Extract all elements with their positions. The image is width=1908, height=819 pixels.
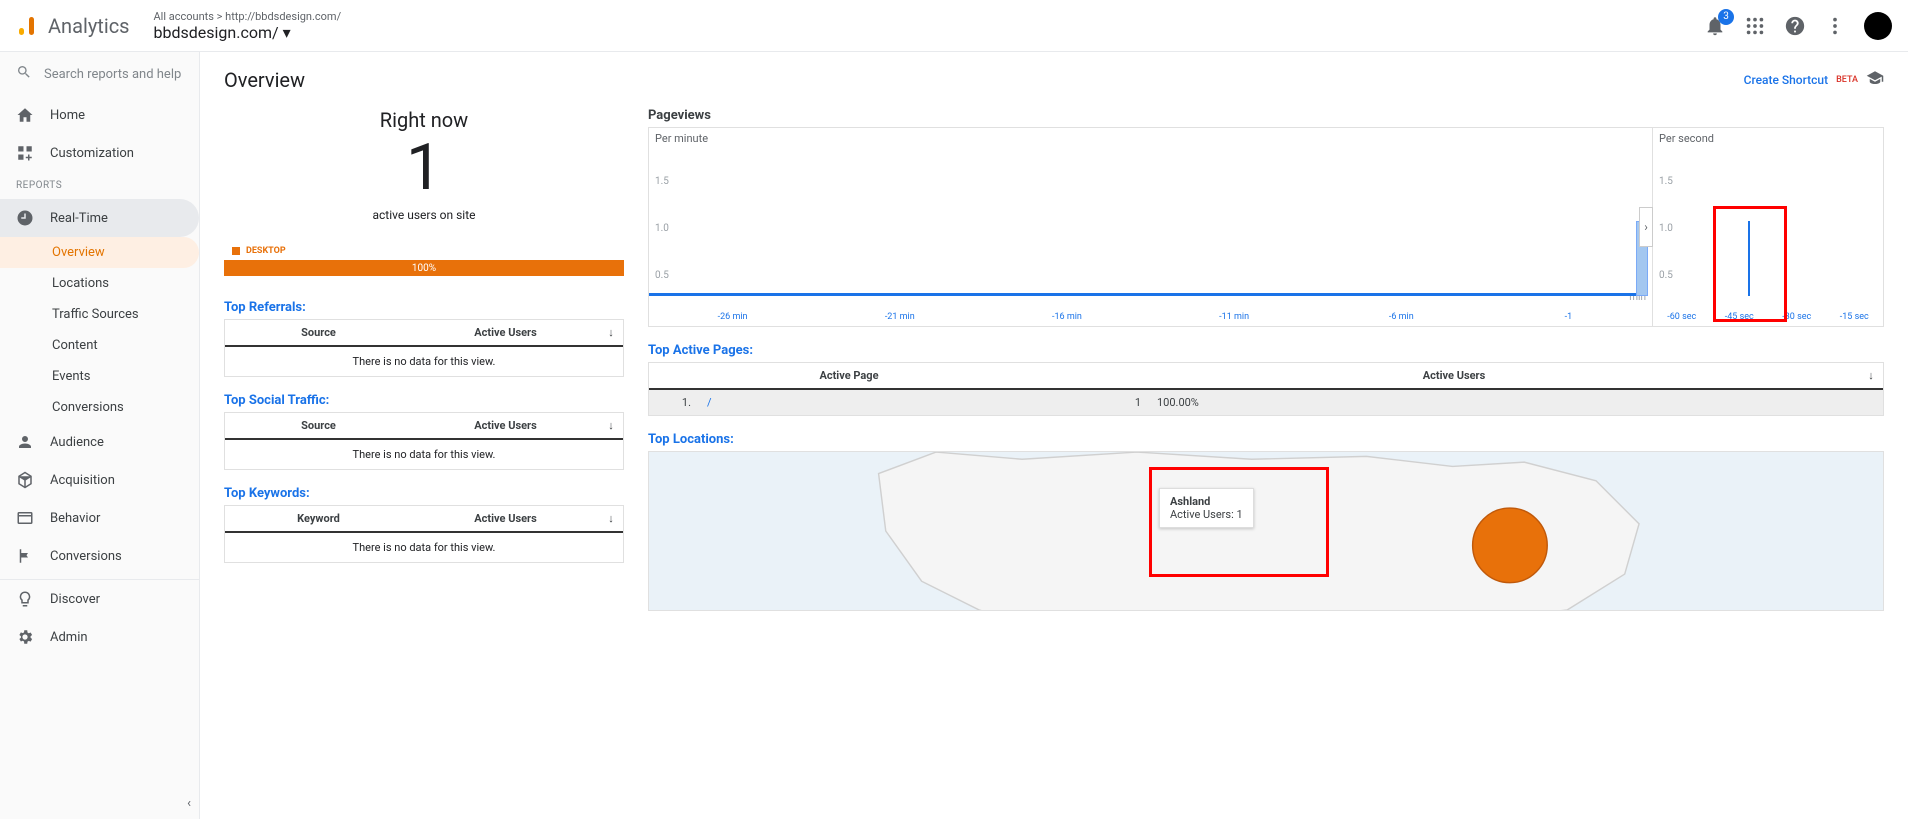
- page-link[interactable]: /: [699, 390, 1049, 415]
- highlight-box: [1713, 206, 1787, 322]
- right-now-title: Right now: [224, 108, 624, 132]
- help-icon[interactable]: [1784, 15, 1806, 37]
- empty-state: There is no data for this view.: [225, 347, 623, 376]
- nav-audience[interactable]: Audience: [0, 423, 199, 461]
- chart-baseline: [649, 293, 1638, 296]
- subnav-content[interactable]: Content: [0, 330, 199, 361]
- acquisition-icon: [16, 471, 34, 489]
- main-content: Overview Create Shortcut BETA Right now …: [200, 52, 1908, 819]
- active-pages-table: Active Page Active Users ↓ 1. / 1 100.00…: [648, 362, 1884, 416]
- caret-down-icon: ▾: [283, 23, 291, 42]
- table-header: Source Active Users ↓: [225, 320, 623, 347]
- top-referrals-panel: Top Referrals: Source Active Users ↓ The…: [224, 300, 624, 377]
- map-marker[interactable]: [1473, 508, 1548, 583]
- analytics-logo-icon: [16, 14, 40, 38]
- right-now-count: 1: [224, 136, 624, 200]
- x-axis-second: -60 sec-45 sec-30 sec-15 sec: [1653, 312, 1883, 322]
- nav-acquisition[interactable]: Acquisition: [0, 461, 199, 499]
- subnav-events[interactable]: Events: [0, 361, 199, 392]
- lightbulb-icon: [16, 590, 34, 608]
- per-minute-chart: Per minute 1.5 1.0 0.5 min -26 min-21 mi…: [649, 128, 1653, 326]
- top-keywords-panel: Top Keywords: Keyword Active Users ↓ The…: [224, 486, 624, 563]
- apps-grid-icon[interactable]: [1744, 15, 1766, 37]
- nav-conversions[interactable]: Conversions: [0, 537, 199, 575]
- empty-state: There is no data for this view.: [225, 533, 623, 562]
- subnav-traffic[interactable]: Traffic Sources: [0, 299, 199, 330]
- property-name: bbdsdesign.com/ ▾: [154, 23, 342, 42]
- flag-icon: [16, 547, 34, 565]
- device-bar: 100%: [224, 260, 624, 276]
- breadcrumb: All accounts > http://bbdsdesign.com/: [154, 10, 342, 23]
- subnav-locations[interactable]: Locations: [0, 268, 199, 299]
- sort-down-icon[interactable]: ↓: [599, 320, 623, 345]
- clock-icon: [16, 209, 34, 227]
- more-vert-icon[interactable]: [1824, 15, 1846, 37]
- table-header: Keyword Active Users ↓: [225, 506, 623, 533]
- customization-icon: [16, 144, 34, 162]
- top-keywords-title[interactable]: Top Keywords:: [224, 486, 624, 501]
- nav-realtime[interactable]: Real-Time: [0, 199, 199, 237]
- x-axis-minute: -26 min-21 min-16 min-11 min-6 min-1: [649, 312, 1652, 322]
- nav-customization[interactable]: Customization: [0, 134, 199, 172]
- device-legend: DESKTOP: [224, 246, 624, 256]
- chart-bar: [1748, 221, 1750, 296]
- table-header: Active Page Active Users ↓: [649, 363, 1883, 390]
- avatar[interactable]: [1864, 12, 1892, 40]
- top-locations-title[interactable]: Top Locations:: [648, 432, 1884, 447]
- top-social-panel: Top Social Traffic: Source Active Users …: [224, 393, 624, 470]
- notification-count-badge: 3: [1718, 9, 1734, 25]
- search-icon: [16, 64, 32, 84]
- home-icon: [16, 106, 34, 124]
- page-title: Overview: [224, 68, 305, 92]
- device-swatch-icon: [232, 247, 240, 255]
- collapse-sidebar-icon[interactable]: ‹: [187, 796, 191, 811]
- right-now-subtitle: active users on site: [224, 208, 624, 222]
- top-social-title[interactable]: Top Social Traffic:: [224, 393, 624, 408]
- empty-state: There is no data for this view.: [225, 440, 623, 469]
- pageviews-charts: Per minute 1.5 1.0 0.5 min -26 min-21 mi…: [648, 127, 1884, 327]
- gear-icon: [16, 628, 34, 646]
- nav-admin[interactable]: Admin: [0, 618, 199, 656]
- per-second-chart: Per second 1.5 1.0 0.5 -60 sec-45 sec-30…: [1653, 128, 1883, 326]
- subnav-conversions[interactable]: Conversions: [0, 392, 199, 423]
- expand-chart-icon[interactable]: ›: [1639, 207, 1653, 247]
- map-tooltip: Ashland Active Users: 1: [1159, 488, 1254, 528]
- locations-map[interactable]: Ashland Active Users: 1: [648, 451, 1884, 611]
- sort-down-icon[interactable]: ↓: [599, 413, 623, 438]
- sort-down-icon[interactable]: ↓: [1859, 363, 1883, 388]
- table-header: Source Active Users ↓: [225, 413, 623, 440]
- beta-badge: BETA: [1836, 75, 1858, 85]
- right-now-panel: Right now 1 active users on site DESKTOP…: [224, 108, 624, 276]
- table-row[interactable]: 1. / 1 100.00%: [649, 390, 1883, 415]
- create-shortcut-link[interactable]: Create Shortcut: [1744, 73, 1828, 87]
- product-logo[interactable]: Analytics: [16, 14, 130, 38]
- subnav-overview[interactable]: Overview: [0, 237, 199, 268]
- top-active-pages-title[interactable]: Top Active Pages:: [648, 343, 1884, 358]
- sort-down-icon[interactable]: ↓: [599, 506, 623, 531]
- account-switcher[interactable]: All accounts > http://bbdsdesign.com/ bb…: [154, 10, 342, 42]
- nav-discover[interactable]: Discover: [0, 580, 199, 618]
- nav-home[interactable]: Home: [0, 96, 199, 134]
- top-referrals-title[interactable]: Top Referrals:: [224, 300, 624, 315]
- pageviews-title: Pageviews: [648, 108, 1884, 123]
- app-header: Analytics All accounts > http://bbdsdesi…: [0, 0, 1908, 52]
- notifications-icon[interactable]: 3: [1704, 15, 1726, 37]
- person-icon: [16, 433, 34, 451]
- sidebar: Search reports and help Home Customizati…: [0, 52, 200, 819]
- nav-reports-label: REPORTS: [0, 172, 199, 199]
- product-name: Analytics: [48, 14, 130, 38]
- education-icon[interactable]: [1866, 69, 1884, 91]
- nav-behavior[interactable]: Behavior: [0, 499, 199, 537]
- search-input[interactable]: Search reports and help: [0, 52, 199, 96]
- behavior-icon: [16, 509, 34, 527]
